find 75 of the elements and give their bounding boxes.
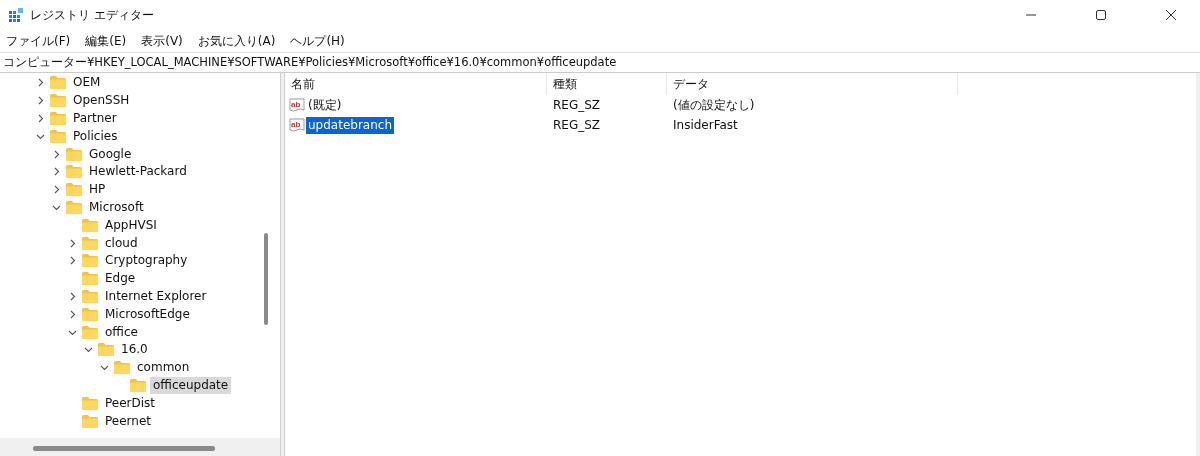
scrollbar-thumb[interactable] bbox=[33, 446, 215, 451]
folder-icon bbox=[50, 112, 66, 125]
menu-item[interactable]: ヘルプ(H) bbox=[290, 32, 345, 50]
tree-item[interactable]: Partner bbox=[70, 110, 120, 127]
folder-icon bbox=[82, 414, 98, 428]
chevron-right-icon[interactable] bbox=[36, 96, 45, 106]
tree-item[interactable]: OpenSSH bbox=[70, 92, 133, 110]
tree-item[interactable]: Internet Explorer bbox=[102, 287, 210, 305]
tree-item[interactable]: Cryptography bbox=[102, 252, 191, 270]
scrollbar-thumb[interactable] bbox=[264, 233, 268, 325]
folder-icon bbox=[130, 378, 146, 392]
folder-icon bbox=[50, 129, 66, 143]
value-name[interactable]: updatebranch bbox=[306, 116, 394, 134]
table-cell-text: (値の設定なし) bbox=[672, 96, 756, 114]
tree-item[interactable]: Policies bbox=[70, 127, 121, 145]
menu-item[interactable]: ファイル(F) bbox=[6, 32, 71, 50]
chevron-right-icon[interactable] bbox=[68, 291, 77, 301]
folder-icon bbox=[82, 218, 98, 232]
value-name[interactable]: (既定) bbox=[306, 96, 344, 114]
folder-icon bbox=[50, 76, 66, 90]
maximize-icon[interactable] bbox=[1095, 9, 1107, 21]
folder-icon bbox=[114, 361, 130, 375]
column-header[interactable]: 名前 bbox=[285, 73, 547, 95]
folder-icon bbox=[66, 183, 82, 197]
tree-item[interactable]: PeerDist bbox=[102, 394, 159, 412]
folder-icon bbox=[50, 94, 66, 108]
tree-item[interactable]: AppHVSI bbox=[102, 216, 160, 234]
folder-icon bbox=[82, 254, 98, 268]
folder-icon bbox=[82, 236, 98, 250]
tree-item[interactable]: Microsoft bbox=[86, 198, 147, 216]
table-cell-text: REG_SZ bbox=[552, 98, 602, 112]
column-header[interactable]: 種類 bbox=[547, 73, 667, 95]
registry-app-icon bbox=[8, 7, 24, 23]
folder-icon bbox=[66, 147, 82, 161]
chevron-right-icon[interactable] bbox=[68, 238, 77, 248]
string-value-icon: ab bbox=[289, 117, 305, 133]
tree-item[interactable]: 16.0 bbox=[118, 341, 151, 359]
string-value-icon: ab bbox=[289, 97, 305, 113]
tree-item[interactable]: officeupdate bbox=[150, 376, 232, 394]
chevron-down-icon[interactable] bbox=[100, 363, 109, 373]
menu-item[interactable]: 編集(E) bbox=[85, 32, 127, 50]
tree-item[interactable]: OEM bbox=[70, 74, 104, 92]
folder-icon bbox=[82, 307, 98, 321]
menu-item[interactable]: お気に入り(A) bbox=[197, 32, 276, 50]
folder-icon bbox=[82, 396, 98, 410]
tree-item[interactable]: Edge bbox=[102, 270, 139, 288]
table-cell-text: InsiderFast bbox=[672, 118, 739, 132]
tree-item[interactable]: Peernet bbox=[102, 412, 154, 430]
folder-icon bbox=[66, 165, 82, 179]
table-cell-text: REG_SZ bbox=[552, 118, 602, 132]
close-icon[interactable] bbox=[1165, 9, 1177, 21]
chevron-right-icon[interactable] bbox=[52, 149, 61, 159]
tree-item[interactable]: office bbox=[102, 323, 141, 341]
folder-icon bbox=[98, 343, 114, 357]
tree-item[interactable]: Hewlett-Packard bbox=[86, 163, 190, 181]
folder-icon bbox=[82, 289, 98, 303]
chevron-right-icon[interactable] bbox=[68, 309, 77, 319]
chevron-right-icon[interactable] bbox=[36, 114, 45, 123]
tree-item[interactable]: common bbox=[134, 359, 193, 377]
address-bar[interactable]: コンピューター¥HKEY_LOCAL_MACHINE¥SOFTWARE¥Policies¥Microsoft¥office¥16.0¥common¥officeupdate bbox=[0, 52, 1200, 73]
folder-icon bbox=[66, 200, 82, 214]
chevron-right-icon[interactable] bbox=[52, 185, 61, 195]
tree-item[interactable]: HP bbox=[86, 181, 109, 199]
chevron-right-icon[interactable] bbox=[36, 78, 45, 88]
folder-icon bbox=[82, 325, 98, 339]
tree-item[interactable]: MicrosoftEdge bbox=[102, 305, 193, 323]
chevron-right-icon[interactable] bbox=[68, 256, 77, 266]
chevron-down-icon[interactable] bbox=[84, 345, 93, 355]
tree-item[interactable]: Google bbox=[86, 145, 135, 163]
tree-item[interactable]: cloud bbox=[102, 234, 141, 252]
folder-icon bbox=[82, 272, 98, 286]
column-header[interactable]: データ bbox=[667, 73, 958, 95]
chevron-right-icon[interactable] bbox=[52, 167, 61, 177]
menu-item[interactable]: 表示(V) bbox=[141, 32, 183, 50]
window-title: レジストリ エディター bbox=[30, 6, 154, 24]
